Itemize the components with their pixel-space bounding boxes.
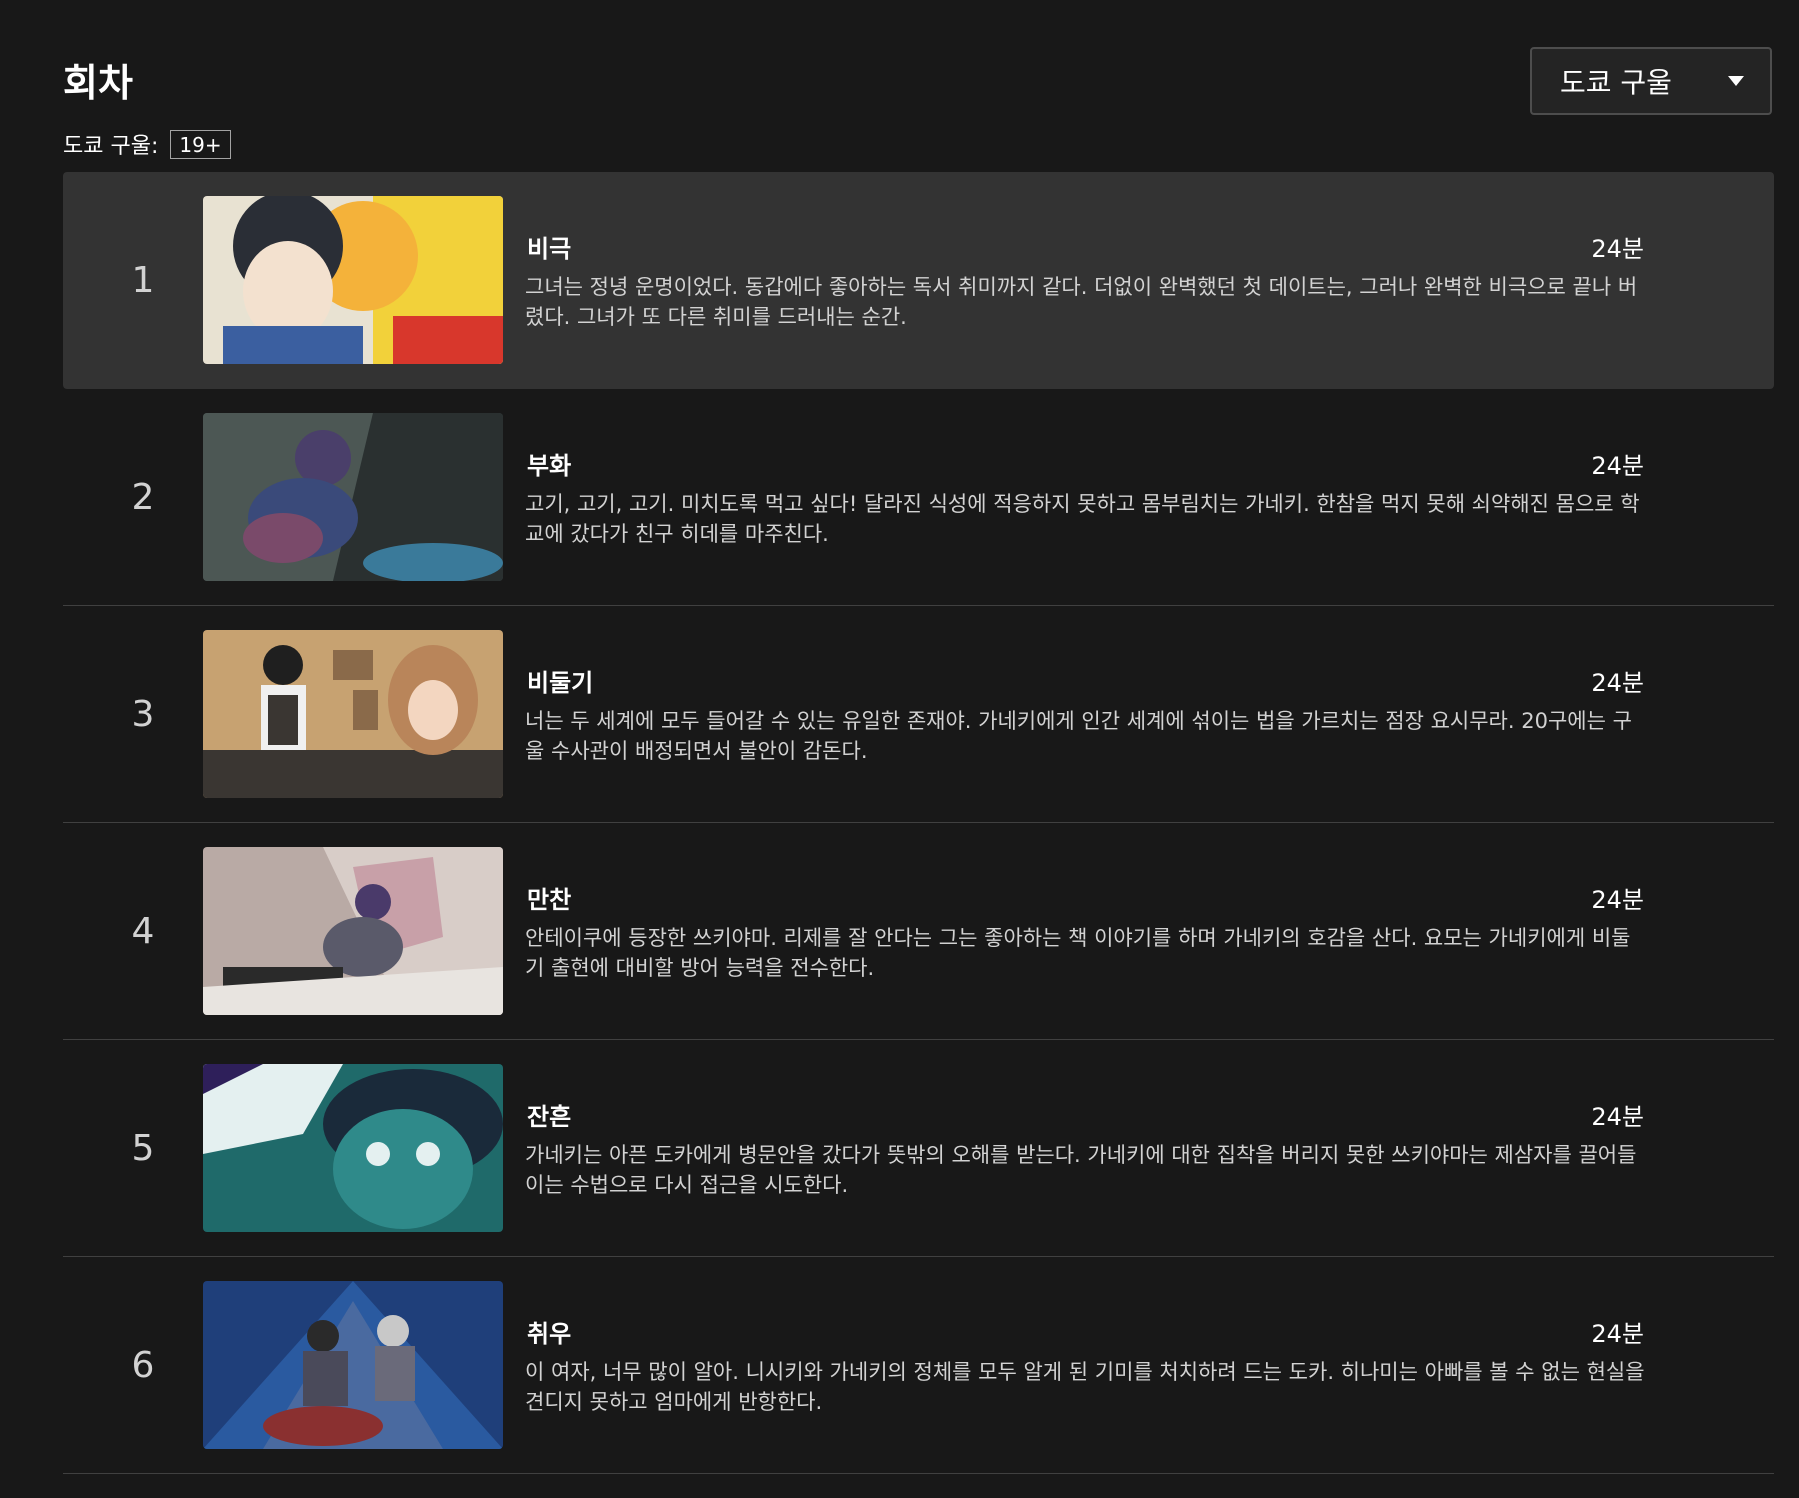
episode-number: 1 [131,260,155,301]
show-title-label: 도쿄 구울: [63,134,159,159]
maturity-rating-badge: 19+ [170,129,231,159]
episode-title: 취우 [527,1320,572,1348]
episode-duration: 24분 [1591,669,1644,697]
episode-title: 잔흔 [527,1103,572,1131]
episode-number: 2 [131,477,155,518]
page-title: 회차 [63,61,133,105]
episode-description: 너는 두 세계에 모두 들어갈 수 있는 유일한 존재야. 가네키에게 인간 세… [525,709,1632,763]
episode-duration: 24분 [1591,1103,1644,1131]
episode-description: 가네키는 아픈 도카에게 병문안을 갔다가 뜻밖의 오해를 받는다. 가네키에 … [525,1143,1637,1197]
show-info: 도쿄 구울: 19+ [63,128,231,160]
caret-down-icon [1728,76,1744,86]
episode-duration: 24분 [1591,452,1644,480]
episode-item[interactable]: 6 취우 24분 이 여자, 너무 많이 알아. 니시키와 가네키의 정체를 모… [63,1257,1774,1474]
episode-duration: 24분 [1591,886,1644,914]
episode-thumbnail[interactable] [203,1064,503,1232]
episode-item[interactable]: 2 부화 24분 고기, 고기, 고기. 미치도록 먹고 싶다! 달라진 식성에… [63,389,1774,606]
episode-list: 1 비극 24분 그녀는 정녕 운명이었다. 동갑에다 좋아하는 독서 취미까지… [63,172,1774,1474]
episode-thumbnail[interactable] [203,630,503,798]
episode-thumbnail[interactable] [203,1281,503,1449]
episode-title: 비극 [527,235,572,263]
episodes-page: 회차 도쿄 구울 도쿄 구울: 19+ 1 비극 24분 그녀는 정녕 운명이었… [0,0,1799,1498]
episode-thumbnail[interactable] [203,196,503,364]
episode-thumbnail[interactable] [203,847,503,1015]
episode-title: 부화 [527,452,572,480]
episode-item[interactable]: 4 만찬 24분 안테이쿠에 등장한 쓰키야마. 리제를 잘 안다는 그는 좋아… [63,823,1774,1040]
episode-description: 이 여자, 너무 많이 알아. 니시키와 가네키의 정체를 모두 알게 된 기미… [525,1360,1645,1414]
episode-thumbnail[interactable] [203,413,503,581]
episode-description: 안테이쿠에 등장한 쓰키야마. 리제를 잘 안다는 그는 좋아하는 책 이야기를… [525,926,1631,980]
season-dropdown[interactable]: 도쿄 구울 [1530,47,1772,115]
episode-number: 6 [131,1345,155,1386]
episode-duration: 24분 [1591,1320,1644,1348]
episode-number: 4 [131,911,155,952]
episode-description: 그녀는 정녕 운명이었다. 동갑에다 좋아하는 독서 취미까지 같다. 더없이 … [525,275,1638,329]
episode-title: 비둘기 [527,669,594,697]
episode-item[interactable]: 3 비둘기 24분 너는 두 세계에 모두 들어갈 수 있는 유일한 존재야. … [63,606,1774,823]
episode-item[interactable]: 1 비극 24분 그녀는 정녕 운명이었다. 동갑에다 좋아하는 독서 취미까지… [63,172,1774,389]
season-dropdown-label: 도쿄 구울 [1560,66,1672,99]
episode-description: 고기, 고기, 고기. 미치도록 먹고 싶다! 달라진 식성에 적응하지 못하고… [525,492,1640,546]
episode-duration: 24분 [1591,235,1644,263]
episode-number: 3 [131,694,155,735]
episode-title: 만찬 [527,886,572,914]
episode-item[interactable]: 5 잔흔 24분 가네키는 아픈 도카에게 병문안을 갔다가 뜻밖의 오해를 받… [63,1040,1774,1257]
episode-number: 5 [131,1128,155,1169]
